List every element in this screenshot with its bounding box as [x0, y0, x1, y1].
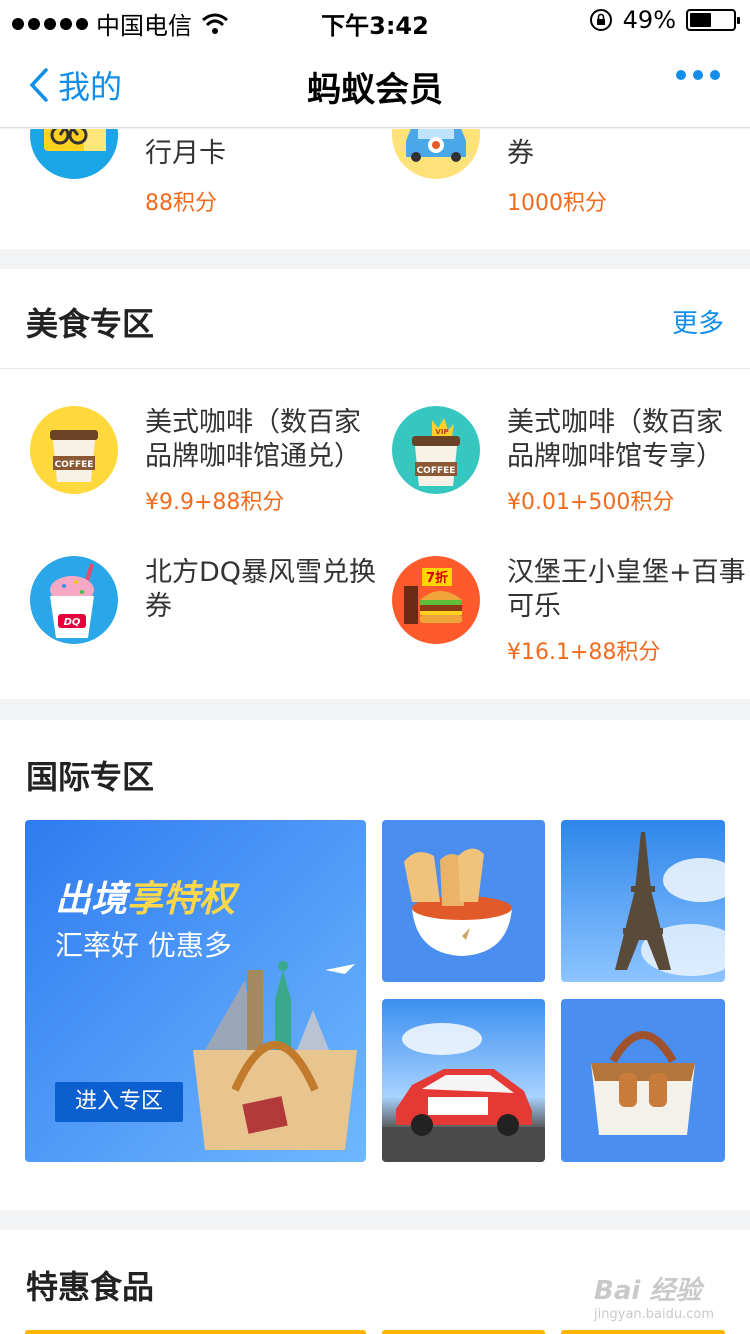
- handbag-tile[interactable]: [561, 999, 725, 1162]
- intl-section: 国际专区 出境享特权 汇率好 优惠多 进入专区: [0, 720, 750, 1210]
- food-item[interactable]: 7折 汉堡王小皇堡+百事可乐 ¥16.1+88积分: [392, 556, 750, 696]
- coffee-badge: COFFEE: [55, 460, 94, 470]
- battery-icon: [686, 9, 740, 31]
- food-section: 美食专区 更多 COFFEE 美式咖啡（数百家品牌咖啡馆通兑） ¥9.9+88积…: [0, 269, 750, 699]
- intl-promo-banner[interactable]: 出境享特权 汇率好 优惠多 进入专区: [25, 820, 366, 1162]
- reward-price: 1000积分: [507, 191, 607, 216]
- deal-tile-edge[interactable]: [382, 1330, 545, 1334]
- handbag-icon: [591, 1031, 695, 1135]
- food-item-price: ¥0.01+500积分: [507, 490, 675, 515]
- partial-rewards-card: 行月卡 88积分 券 1000积分: [0, 129, 750, 249]
- reward-item[interactable]: 券 1000积分: [392, 129, 750, 231]
- discount-badge: 7折: [426, 570, 448, 586]
- page-title: 蚂蚁会员: [307, 70, 443, 110]
- status-right: 49%: [589, 6, 740, 34]
- reward-item[interactable]: 行月卡 88积分: [30, 129, 390, 231]
- scroll-content[interactable]: 行月卡 88积分 券 1000积分 美食专区 更多 COFFEE 美式咖啡（数百…: [0, 129, 750, 1334]
- burger-icon: 7折: [392, 556, 480, 644]
- reward-name: 券: [507, 138, 534, 169]
- food-item-name: 汉堡王小皇堡+百事可乐: [507, 557, 746, 622]
- eiffel-tower-tile[interactable]: [561, 820, 725, 982]
- food-item-price: ¥16.1+88积分: [507, 640, 661, 665]
- promo-title-main: 出境: [55, 879, 128, 920]
- deal-tile-edge[interactable]: [25, 1330, 366, 1334]
- car-coupon-icon: [392, 129, 480, 179]
- food-item-price: ¥9.9+88积分: [145, 490, 285, 515]
- food-bowl-tile[interactable]: [382, 820, 545, 982]
- more-link[interactable]: 更多: [672, 303, 724, 340]
- food-section-header: 美食专区 更多: [0, 269, 750, 369]
- eiffel-tower-icon: [615, 832, 725, 976]
- watermark-url: jingyan.baidu.com: [594, 1307, 714, 1322]
- rotation-lock-icon: [589, 9, 612, 31]
- battery-percent: 49%: [622, 6, 676, 34]
- food-item-name: 美式咖啡（数百家品牌咖啡馆专享）: [507, 407, 723, 472]
- section-title: 特惠食品: [26, 1268, 155, 1306]
- reward-name: 行月卡: [145, 138, 226, 169]
- more-menu-button[interactable]: [676, 70, 720, 80]
- food-item[interactable]: VIP COFFEE 美式咖啡（数百家品牌咖啡馆专享） ¥0.01+500积分: [392, 406, 750, 546]
- food-item[interactable]: COFFEE 美式咖啡（数百家品牌咖啡馆通兑） ¥9.9+88积分: [30, 406, 390, 546]
- food-item[interactable]: DQ 北方DQ暴风雪兑换券: [30, 556, 390, 696]
- reward-price: 88积分: [145, 191, 217, 216]
- landmarks-bag-illustration: [193, 961, 357, 1150]
- section-title: 美食专区: [26, 305, 155, 343]
- dq-icecream-icon: DQ: [30, 556, 118, 644]
- enter-zone-button[interactable]: 进入专区: [55, 1082, 183, 1122]
- deal-tile-edge[interactable]: [561, 1330, 725, 1334]
- promo-title: 出境享特权: [55, 870, 235, 922]
- coffee-cup-icon: COFFEE: [30, 406, 118, 494]
- coffee-badge: COFFEE: [417, 466, 456, 476]
- vip-coffee-cup-icon: VIP COFFEE: [392, 406, 480, 494]
- vip-badge: VIP: [435, 428, 448, 436]
- food-item-name: 美式咖啡（数百家品牌咖啡馆通兑）: [145, 407, 361, 472]
- dq-badge: DQ: [64, 617, 81, 628]
- status-bar: 中国电信 下午3:42 49%: [0, 0, 750, 40]
- food-item-name: 北方DQ暴风雪兑换券: [145, 557, 377, 622]
- watermark: Bai 经验 jingyan.baidu.com: [594, 1270, 714, 1322]
- watermark-brand: Bai 经验: [594, 1276, 702, 1306]
- taxi-icon: [382, 1023, 545, 1162]
- taxi-tile[interactable]: [382, 999, 545, 1162]
- bike-card-icon: [30, 129, 118, 179]
- promo-title-highlight: 享特权: [127, 879, 236, 920]
- section-title: 国际专区: [26, 758, 155, 796]
- nav-bar: 我的 蚂蚁会员: [0, 40, 750, 128]
- pasta-bowl-icon: [404, 848, 512, 956]
